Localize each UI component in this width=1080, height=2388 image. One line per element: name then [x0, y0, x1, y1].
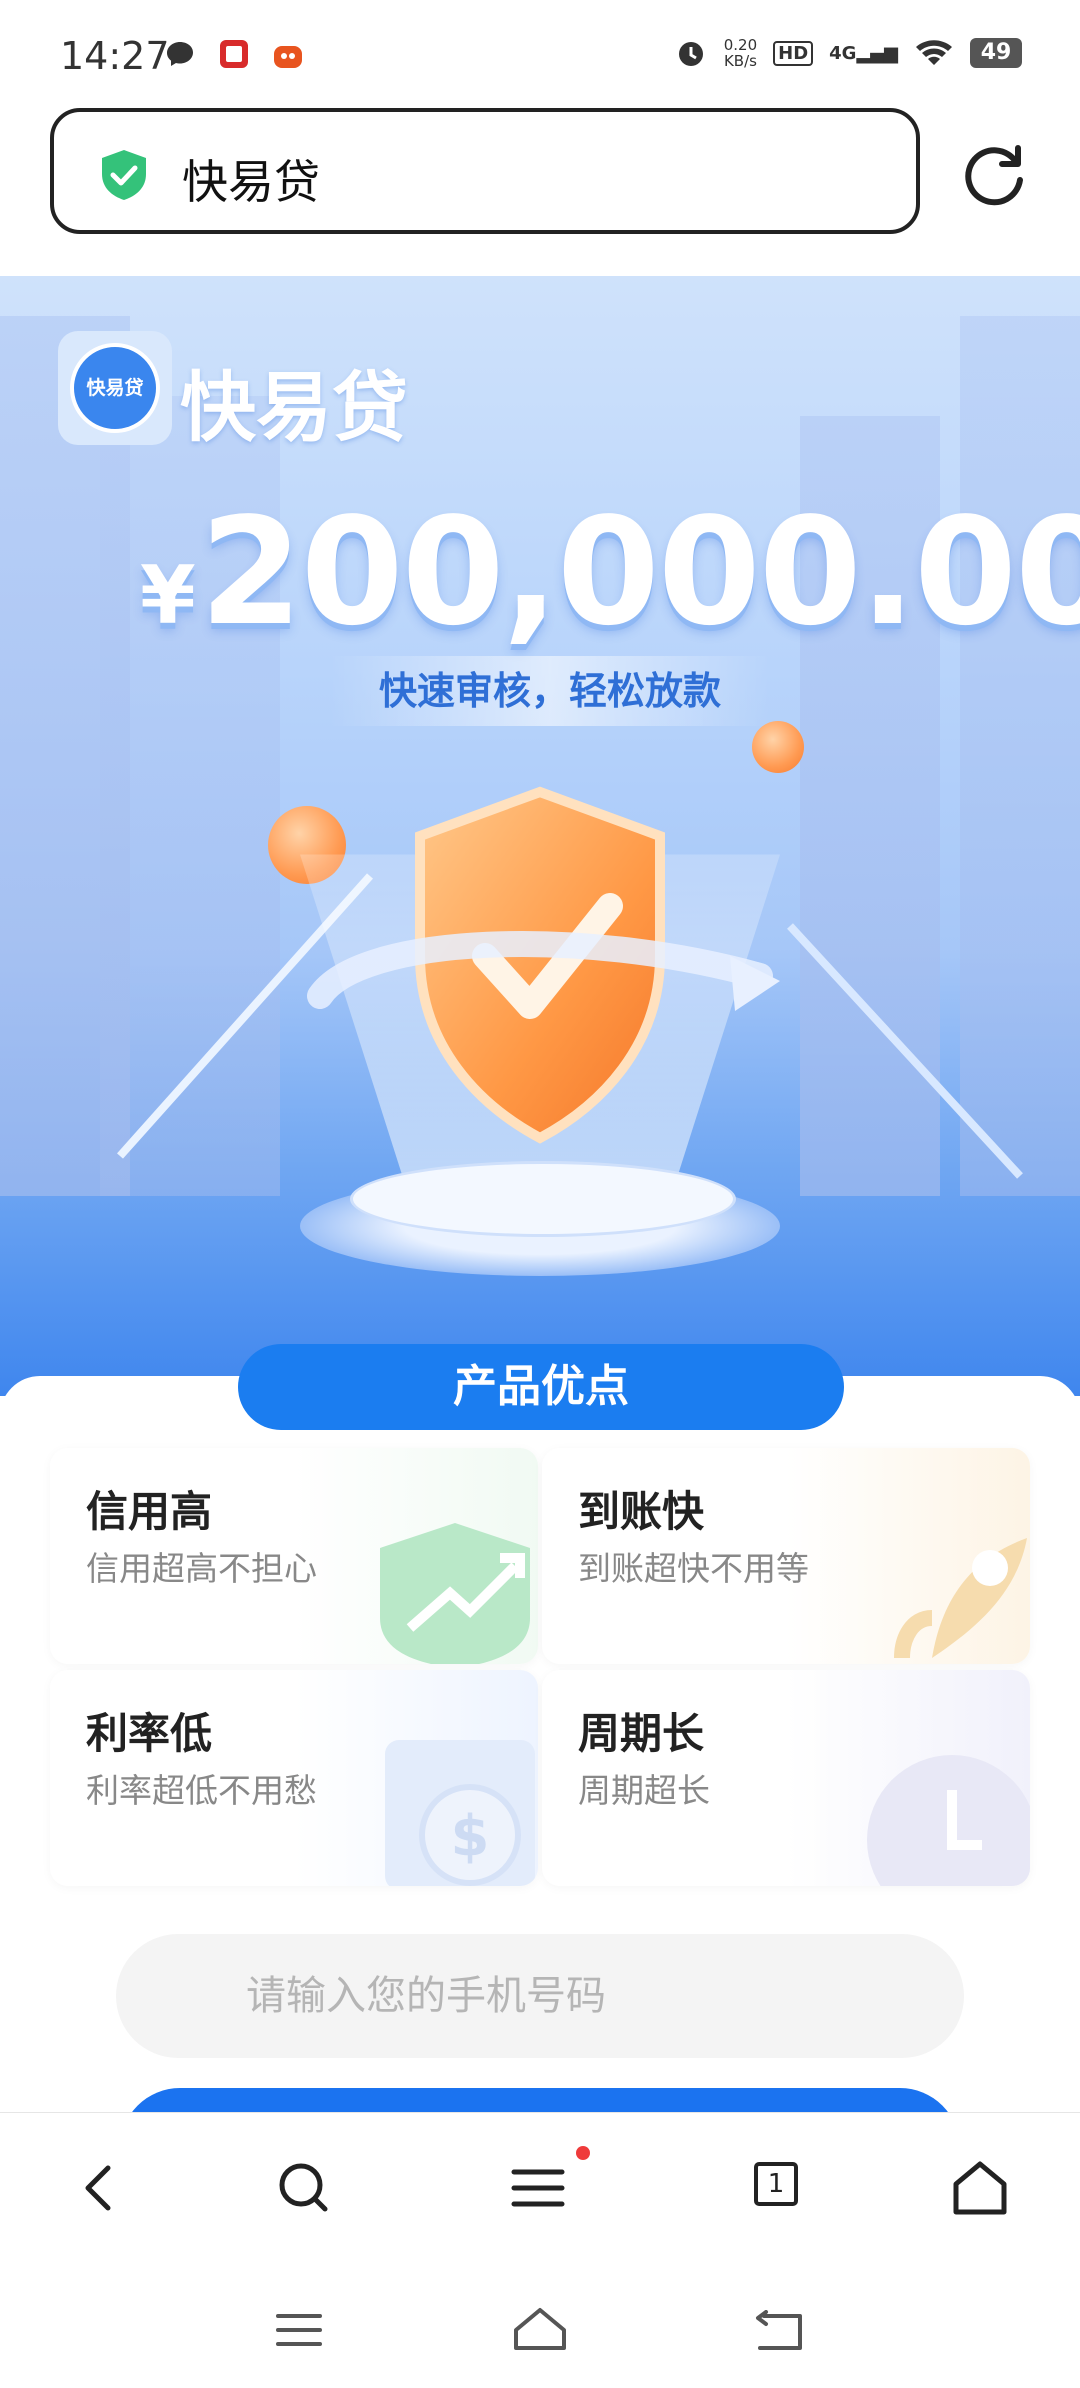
section-header: 产品优点 [238, 1344, 844, 1430]
battery-icon: 49 [970, 38, 1022, 68]
system-back-icon[interactable] [752, 2310, 806, 2352]
app-notification-icon-2 [274, 46, 302, 68]
home-icon[interactable] [950, 2158, 1010, 2218]
menu-icon[interactable] [508, 2158, 568, 2218]
dollar-icon: $ [385, 1740, 535, 1886]
status-bar: 14:27 0.20 KB/s HD 4G▂▄▆ 49 [0, 0, 1080, 100]
promo-banner: 快易贷 快易贷 ¥200,000.00 快速审核，轻松放款 [0, 276, 1080, 1396]
hd-badge: HD [773, 40, 814, 66]
clock-icon [867, 1755, 1030, 1886]
net-speed: 0.20 KB/s [723, 36, 758, 70]
app-logo: 快易贷 [58, 331, 172, 445]
phone-input[interactable] [116, 1934, 964, 2058]
coin-decoration [752, 721, 804, 773]
svg-text:$: $ [451, 1804, 490, 1869]
app-notification-icon [220, 40, 248, 68]
recent-apps-icon[interactable] [274, 2310, 324, 2350]
feature-card-fast: 到账快 到账超快不用等 [542, 1448, 1030, 1664]
reload-icon[interactable] [960, 140, 1028, 208]
secure-shield-icon [102, 150, 146, 200]
light-beam-right [787, 923, 1023, 1179]
brand-name: 快易贷 [180, 363, 408, 452]
loan-amount: ¥200,000.00 [140, 486, 1080, 658]
tabs-button[interactable]: 1 [754, 2162, 798, 2206]
alarm-icon [678, 42, 703, 66]
pedestal-top [350, 1161, 736, 1237]
system-home-icon[interactable] [510, 2304, 570, 2354]
ring-arrow [307, 931, 780, 1011]
status-time: 14:27 [60, 34, 170, 78]
back-icon[interactable] [70, 2158, 130, 2218]
page-title: 快易贷 [182, 155, 320, 209]
trend-shield-icon [380, 1523, 530, 1664]
message-icon [167, 42, 193, 66]
rocket-icon [894, 1538, 1027, 1659]
address-bar[interactable]: 快易贷 [50, 108, 920, 234]
signal-icon: 4G▂▄▆ [829, 42, 898, 64]
search-icon[interactable] [274, 2158, 334, 2218]
system-nav-bar [0, 2258, 1080, 2388]
notification-dot [576, 2146, 590, 2160]
feature-card-credit: 信用高 信用超高不担心 [50, 1448, 538, 1664]
wifi-icon [916, 40, 952, 65]
slogan: 快速审核，轻松放款 [330, 656, 770, 726]
browser-toolbar [0, 2112, 1080, 2259]
feature-card-rate: 利率低 利率超低不用愁 $ [50, 1670, 538, 1886]
feature-card-period: 周期长 周期超长 [542, 1670, 1030, 1886]
